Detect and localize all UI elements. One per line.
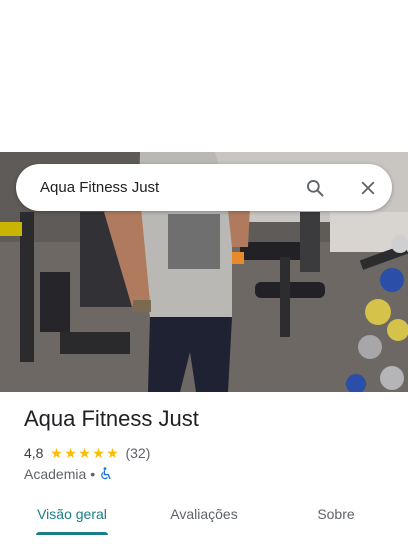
- star-rating: ★ ★ ★ ★ ★: [49, 446, 119, 460]
- place-tabs: Visão geral Avaliações Sobre: [0, 496, 408, 536]
- star-icon: ★: [78, 445, 91, 461]
- review-count[interactable]: (32): [125, 445, 150, 461]
- search-bar[interactable]: Aqua Fitness Just: [16, 164, 392, 211]
- rating-row[interactable]: 4,8 ★ ★ ★ ★ ★ (32): [24, 444, 150, 462]
- tab-overview[interactable]: Visão geral: [34, 496, 110, 532]
- tab-reviews[interactable]: Avaliações: [166, 496, 242, 532]
- separator-dot: •: [90, 466, 96, 482]
- close-icon[interactable]: [355, 175, 380, 200]
- star-icon: ★: [106, 445, 119, 461]
- active-tab-indicator: [36, 532, 108, 535]
- category-row: Academia •: [24, 465, 112, 483]
- search-icon[interactable]: [302, 175, 327, 200]
- place-category: Academia: [24, 466, 87, 482]
- wheelchair-icon: [99, 467, 112, 481]
- star-icon: ★: [64, 445, 77, 461]
- star-icon: ★: [92, 445, 105, 461]
- place-title: Aqua Fitness Just: [24, 406, 199, 431]
- star-icon: ★: [50, 445, 63, 461]
- search-input[interactable]: Aqua Fitness Just: [40, 164, 159, 211]
- rating-value: 4,8: [24, 445, 44, 461]
- tab-about[interactable]: Sobre: [306, 496, 366, 532]
